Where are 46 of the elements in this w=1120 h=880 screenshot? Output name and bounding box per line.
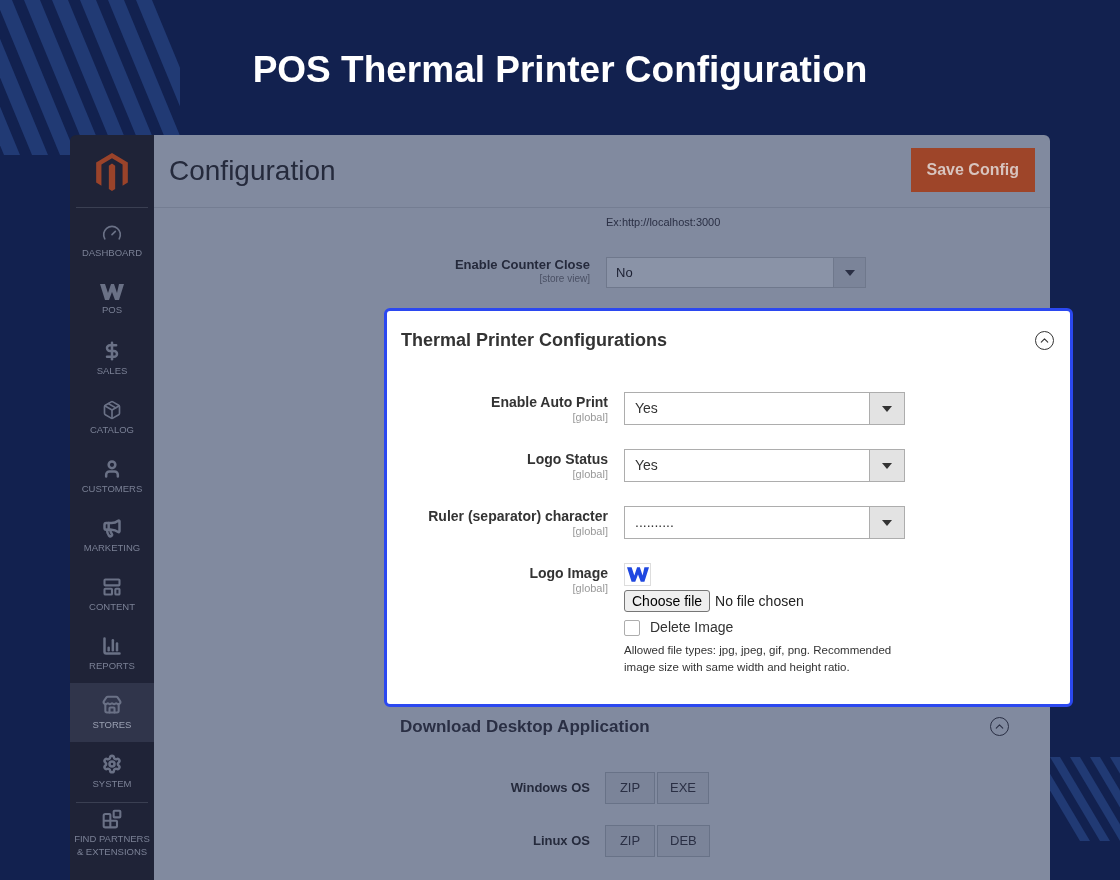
caret-icon bbox=[882, 405, 892, 412]
caret-icon bbox=[844, 269, 855, 276]
choose-file-button[interactable]: Choose file bbox=[624, 590, 711, 612]
file-status: No file chosen bbox=[715, 591, 804, 611]
store-icon bbox=[102, 694, 122, 715]
field-hint: Ex:http://localhost:3000 bbox=[606, 216, 721, 228]
download-button[interactable]: EXE bbox=[657, 771, 709, 804]
scope-label: [store view] bbox=[539, 273, 590, 285]
section-title: Download Desktop Application bbox=[400, 716, 650, 738]
field-label: Enable Auto Print bbox=[491, 394, 608, 411]
dropdown-field[interactable]: .......... bbox=[624, 506, 905, 539]
box-icon bbox=[102, 399, 122, 420]
download-button[interactable]: DEB bbox=[657, 824, 710, 857]
download-button[interactable]: ZIP bbox=[605, 824, 655, 857]
field-label: Enable Counter Close bbox=[454, 257, 590, 273]
dropdown-field[interactable]: Yes bbox=[624, 392, 905, 425]
field-label: Ruler (separator) character bbox=[428, 508, 608, 525]
page-title: POS Thermal Printer Configuration bbox=[252, 48, 868, 92]
gear-icon bbox=[102, 753, 122, 774]
save-config-button[interactable]: Save Config bbox=[910, 148, 1035, 192]
dropdown-field[interactable]: Yes bbox=[624, 449, 905, 482]
download-button[interactable]: ZIP bbox=[605, 771, 655, 804]
brand-logo-icon bbox=[95, 153, 129, 191]
checkbox-label: Delete Image bbox=[650, 618, 734, 637]
megaphone-icon bbox=[102, 517, 122, 538]
counter-close-select[interactable]: No bbox=[606, 257, 866, 288]
scope-label: [global] bbox=[572, 411, 608, 424]
checkbox[interactable] bbox=[624, 619, 640, 636]
blocks-icon bbox=[102, 809, 122, 829]
panel-title: Thermal Printer Configurations bbox=[401, 329, 668, 352]
caret-icon bbox=[882, 462, 892, 469]
bar-chart-icon bbox=[102, 635, 122, 656]
scope-label: [global] bbox=[572, 525, 608, 538]
w-logo-icon bbox=[100, 283, 124, 300]
person-icon bbox=[102, 458, 122, 479]
help-note: Allowed file types: jpg, jpeg, gif, png. Recommended image size with same width and height ratio. bbox=[624, 643, 893, 675]
field-label: Logo Status bbox=[527, 451, 608, 468]
sidebar-item[interactable]: STORES bbox=[70, 683, 154, 742]
layout-icon bbox=[102, 576, 122, 597]
field-label: Logo Image bbox=[529, 565, 608, 582]
page-heading: Configuration bbox=[169, 154, 336, 188]
field-label: Windows OS bbox=[510, 778, 590, 797]
field-label: Linux OS bbox=[532, 831, 590, 850]
scope-label: [global] bbox=[572, 468, 608, 481]
scope-label: [global] bbox=[572, 582, 608, 595]
caret-icon bbox=[882, 519, 892, 526]
